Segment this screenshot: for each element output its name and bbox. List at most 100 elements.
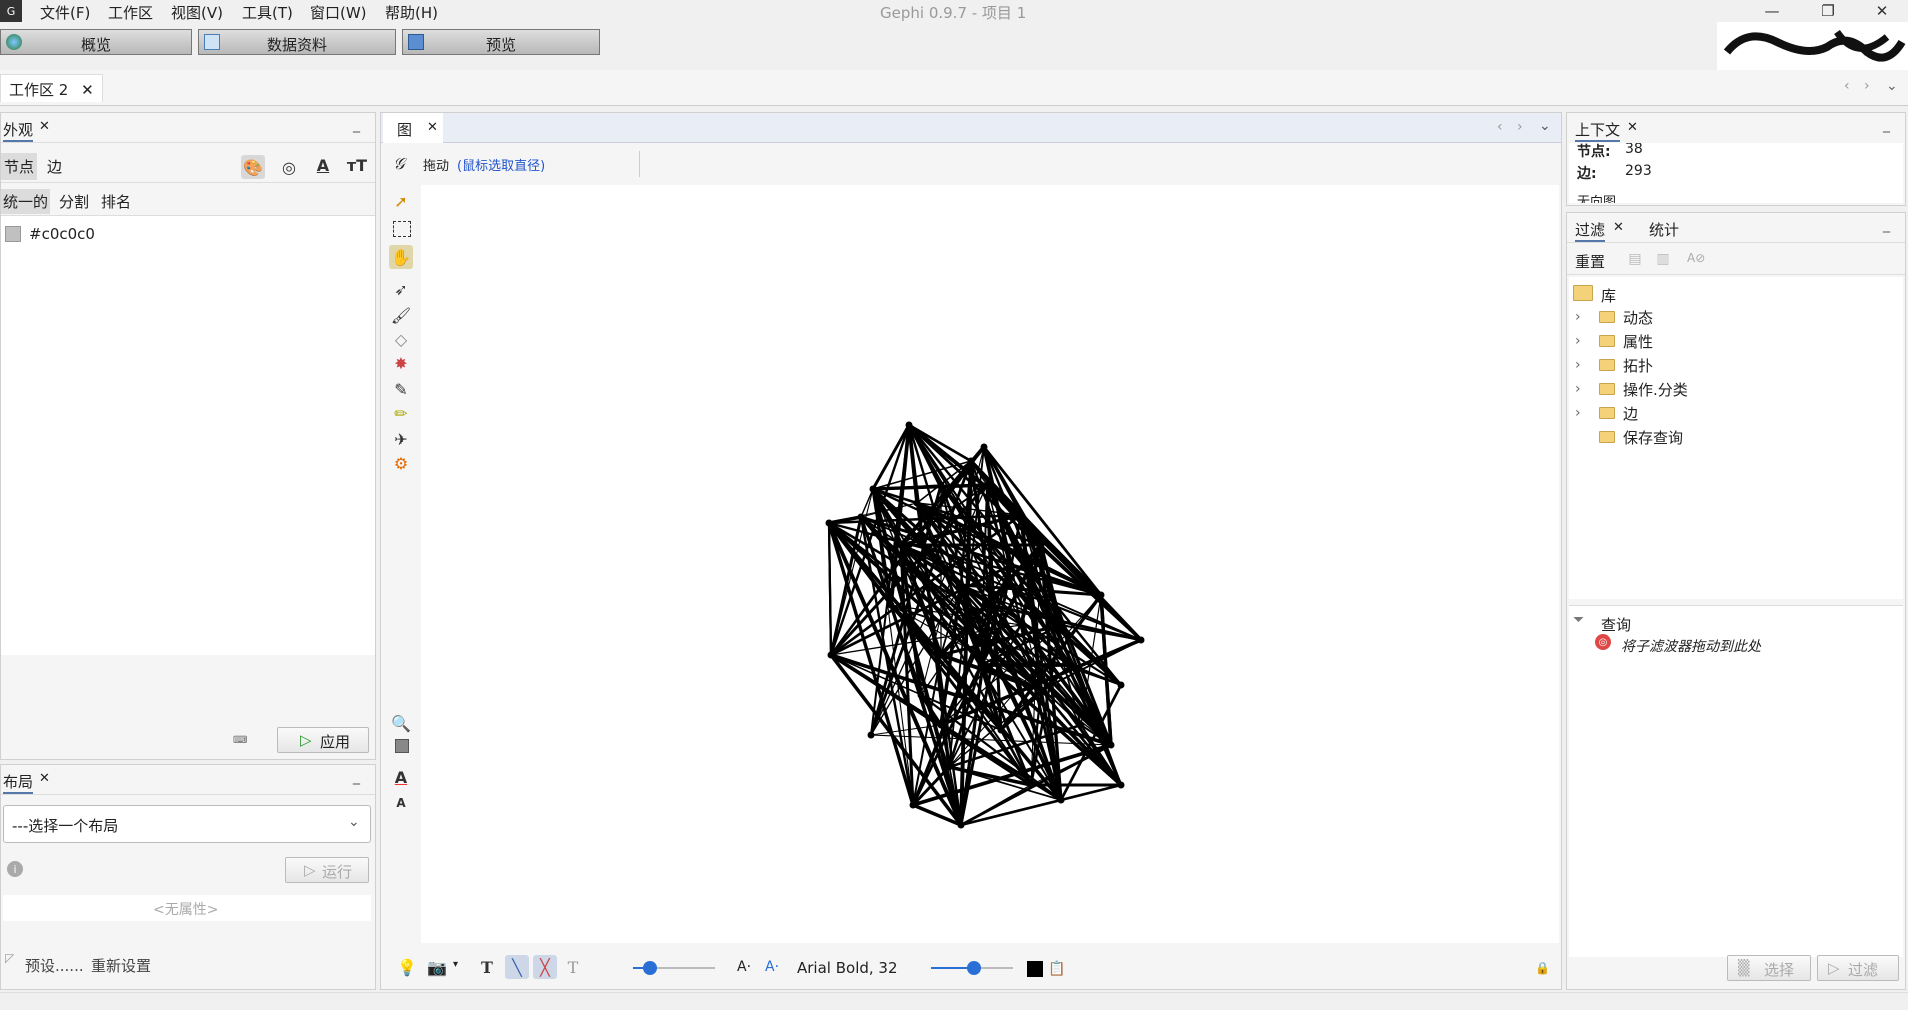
export-icon[interactable]: ▤ (1625, 249, 1645, 269)
select-button[interactable]: ▒ 选择 (1727, 955, 1811, 981)
reset-link[interactable]: 重新设置 (91, 955, 151, 976)
chevron-right-icon[interactable]: › (1864, 78, 1870, 94)
minimize-panel-icon[interactable]: _ (1883, 217, 1890, 233)
label-icon[interactable]: T (561, 955, 585, 979)
graph-node[interactable] (1027, 781, 1035, 789)
label-color-icon[interactable]: A (311, 153, 335, 177)
graph-node[interactable] (1037, 686, 1045, 694)
chevron-down-icon[interactable]: ⌄ (1886, 78, 1898, 94)
tab-statistics[interactable]: 统计 (1649, 219, 1679, 240)
graph-node[interactable] (1067, 661, 1075, 669)
minimize-panel-icon[interactable]: _ (1883, 117, 1890, 133)
close-icon[interactable]: ✕ (39, 119, 50, 134)
graph-node[interactable] (1007, 561, 1015, 569)
graph-node[interactable] (983, 481, 991, 489)
auto-refresh-icon[interactable]: A⊘ (1687, 251, 1705, 265)
graph-node[interactable] (887, 601, 895, 609)
minimize-icon[interactable]: — (1752, 0, 1792, 22)
edge-icon[interactable]: ╲ (505, 955, 529, 979)
graph-node[interactable] (1097, 591, 1105, 599)
mode-partition[interactable]: 分割 (59, 191, 89, 212)
edge-color-icon[interactable]: ╳ (533, 955, 557, 979)
graph-node[interactable] (897, 541, 905, 549)
close-icon[interactable]: ✕ (427, 120, 438, 135)
chevron-down-icon[interactable]: ⌄ (1539, 118, 1551, 134)
gear-icon[interactable]: ⚙ (389, 451, 413, 475)
info-icon[interactable]: i (7, 861, 23, 877)
background-color-icon[interactable] (395, 739, 409, 753)
chevron-right-icon[interactable]: › (1575, 333, 1581, 349)
graph-node[interactable] (980, 443, 988, 451)
graph-node[interactable] (1017, 511, 1025, 519)
lock-icon[interactable]: 🔒 (1535, 961, 1550, 975)
edge-pencil-icon[interactable]: ✏ (389, 401, 413, 425)
graph-node[interactable] (957, 581, 965, 589)
close-icon[interactable]: ✕ (39, 771, 50, 786)
menu-workspace[interactable]: 工作区 (108, 2, 153, 23)
graph-node[interactable] (937, 481, 945, 489)
apply-button[interactable]: ▷ 应用 (277, 727, 369, 753)
graph-node[interactable] (827, 651, 835, 659)
rect-select-icon[interactable] (393, 221, 411, 237)
font-label[interactable]: Arial Bold, 32 (797, 959, 898, 977)
size-icon[interactable]: ◎ (277, 155, 301, 179)
graph-node[interactable] (825, 519, 833, 527)
text-color-swatch[interactable] (1027, 961, 1043, 977)
graph-node[interactable] (997, 726, 1005, 734)
airplane-icon[interactable]: ✈ (389, 427, 413, 451)
graph-node[interactable] (957, 821, 965, 829)
graph-node[interactable] (867, 731, 875, 739)
graph-node[interactable] (1057, 621, 1065, 629)
mode-unique[interactable]: 统一的 (1, 189, 51, 214)
text-icon[interactable]: T (475, 955, 499, 979)
chevron-left-icon[interactable]: ‹ (1844, 78, 1850, 94)
restore-icon[interactable]: ❐ (1808, 0, 1848, 22)
chevron-right-icon[interactable]: › (1575, 309, 1581, 325)
menu-file[interactable]: 文件(F) (40, 2, 90, 23)
label-size-icon[interactable]: тT (345, 153, 369, 177)
menu-view[interactable]: 视图(V) (171, 2, 223, 23)
graph-node[interactable] (869, 485, 877, 493)
zoom-icon[interactable]: 🔍 (389, 711, 413, 735)
overview-mode-button[interactable]: 概览 (0, 29, 192, 55)
graph-node[interactable] (857, 513, 865, 521)
graph-node[interactable] (977, 661, 985, 669)
drag-hand-icon[interactable]: ✋ (389, 245, 413, 269)
graph-node[interactable] (1017, 621, 1025, 629)
graph-node[interactable] (1037, 541, 1045, 549)
graph-node[interactable] (1107, 741, 1115, 749)
graph-node[interactable] (1137, 636, 1145, 644)
graph-node[interactable] (909, 801, 917, 809)
save-icon[interactable]: ▥ (1653, 249, 1673, 269)
presets-link[interactable]: 预设...... (25, 955, 84, 976)
close-icon[interactable]: ✕ (81, 81, 94, 99)
graph-node[interactable] (937, 651, 945, 659)
chevron-right-icon[interactable]: › (1575, 405, 1581, 421)
menu-tools[interactable]: 工具(T) (242, 2, 293, 23)
brush-icon[interactable]: 🖌 (389, 303, 413, 327)
graph-node[interactable] (913, 499, 921, 507)
pointer-icon[interactable]: ➚ (389, 189, 413, 213)
subtab-edges[interactable]: 边 (47, 156, 62, 177)
layout-select[interactable]: ---选择一个布局 ⌄ (3, 805, 371, 843)
font-decrease-icon[interactable]: A· (737, 959, 751, 975)
color-swatch[interactable] (5, 226, 21, 242)
graph-node[interactable] (937, 721, 945, 729)
menu-window[interactable]: 窗口(W) (310, 2, 367, 23)
preview-mode-button[interactable]: 预览 (402, 29, 600, 55)
font-size-slider[interactable] (967, 961, 981, 975)
workspace-tab[interactable]: 工作区 2 ✕ (0, 74, 103, 102)
pencil-icon[interactable]: ✎ (389, 377, 413, 401)
close-window-icon[interactable]: ✕ (1862, 0, 1902, 22)
tab-context[interactable]: 上下文 (1575, 119, 1621, 142)
minimize-panel-icon[interactable]: _ (353, 117, 360, 133)
menu-help[interactable]: 帮助(H) (385, 2, 438, 23)
library-label[interactable]: 库 (1601, 285, 1616, 306)
caret-down-icon[interactable]: ▾ (453, 959, 458, 970)
close-icon[interactable]: ✕ (1613, 220, 1624, 235)
keyboard-icon[interactable]: ⌨ (233, 735, 247, 746)
close-icon[interactable]: ✕ (1627, 120, 1638, 135)
gephi-tool-icon[interactable]: 𝒢 (385, 151, 413, 177)
font-size-icon[interactable]: A (389, 791, 413, 815)
chevron-right-icon[interactable]: › (1575, 357, 1581, 373)
